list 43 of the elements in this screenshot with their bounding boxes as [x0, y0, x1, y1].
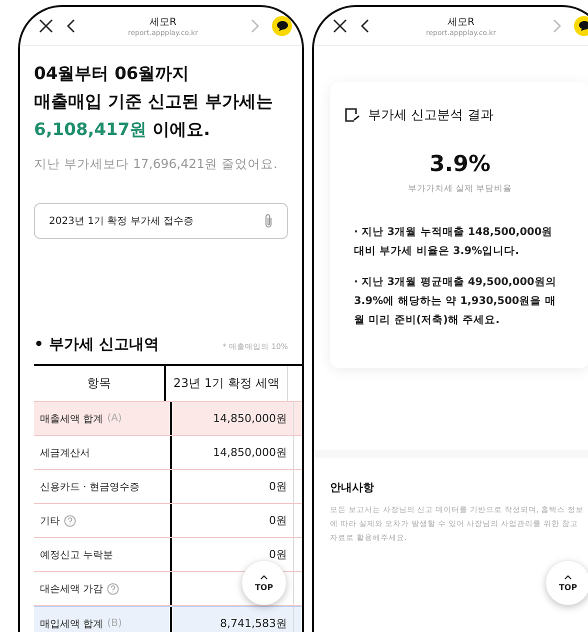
column-header: 23년 1기 확정 세액	[166, 366, 288, 401]
tax-rate-label: 부가가치세 실제 부담비율	[406, 183, 514, 195]
close-icon[interactable]	[332, 18, 348, 34]
row-value: 14,850,000원	[213, 445, 287, 460]
headline-text: 이에요.	[152, 120, 210, 140]
row-label: 신용카드 · 현금영수증	[40, 480, 140, 494]
top-button[interactable]: TOP	[242, 561, 286, 605]
page-title: 세모R	[150, 16, 176, 29]
notice-title: 안내사항	[330, 480, 375, 495]
caret-icon	[564, 574, 572, 580]
row-value: 0원	[269, 547, 287, 562]
analysis-text: · 지난 3개월 누적매출 148,500,000원 대비 부가세 비율은 3.9%입니다.	[353, 225, 554, 259]
row-label: 기타	[40, 514, 60, 528]
row-label: 대손세액 가감	[40, 582, 104, 596]
chat-icon[interactable]	[272, 16, 292, 36]
card-title: 부가세 신고분석 결과	[368, 107, 494, 124]
section-title: • 부가세 신고내역	[34, 335, 160, 354]
row-tag: (B)	[107, 618, 122, 629]
comparison-text: 지난 부가세보다 17,696,421원 줄었어요.	[34, 156, 278, 173]
analysis-text: · 지난 3개월 평균매출 49,500,000원의 3.9%에 해당하는 약 1,930,500원을 매월 미리 준비(저축)해 주세요.	[353, 275, 558, 328]
attachment-field[interactable]: 2023년 1기 확정 부가세 접수증	[34, 203, 288, 239]
back-icon[interactable]	[360, 18, 370, 34]
tax-amount: 6,108,417원	[34, 120, 147, 140]
row-value: 14,850,000원	[213, 411, 287, 426]
chat-icon[interactable]	[574, 16, 588, 36]
row-label: 매입세액 합계	[40, 618, 104, 630]
row-label: 예정신고 누락분	[40, 548, 114, 562]
row-value: 0원	[269, 479, 287, 494]
headline-text: 매출매입 기준 신고된 부가세는	[34, 91, 274, 114]
caret-icon	[260, 574, 268, 580]
row-label: 세금계산서	[40, 446, 90, 460]
headline-text: 04월부터 06월까지	[34, 63, 190, 86]
paperclip-icon	[264, 213, 273, 229]
page-title: 세모R	[448, 16, 474, 29]
row-value: 8,741,583원	[220, 616, 287, 631]
top-button[interactable]: TOP	[546, 561, 588, 605]
tax-rate: 3.9%	[428, 152, 492, 177]
close-icon[interactable]	[38, 18, 54, 34]
row-value: 0원	[269, 513, 287, 528]
row-label: 매출세액 합계	[40, 412, 104, 426]
back-icon[interactable]	[66, 18, 76, 34]
document-edit-icon	[344, 107, 360, 123]
row-tag: (A)	[107, 413, 122, 424]
